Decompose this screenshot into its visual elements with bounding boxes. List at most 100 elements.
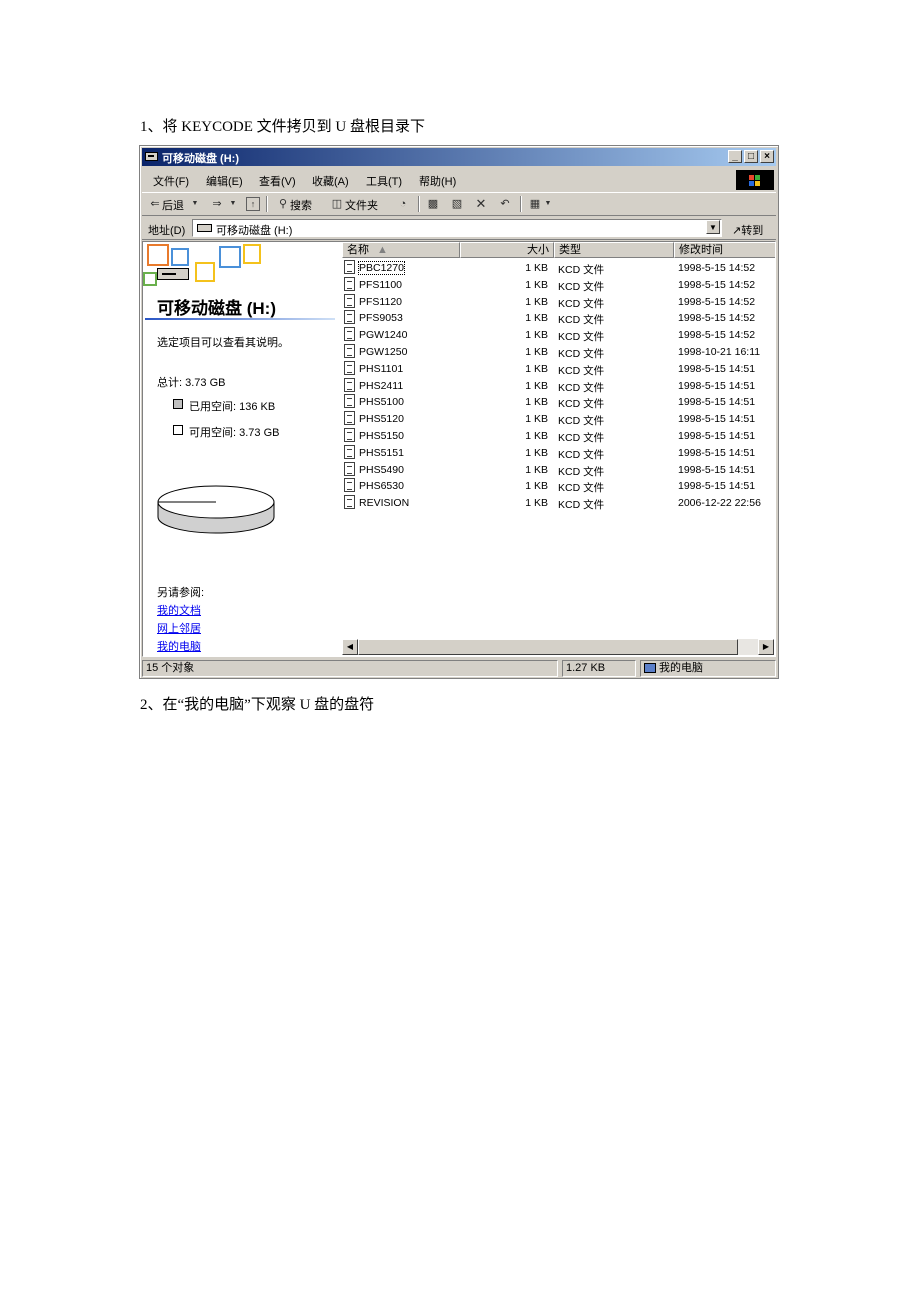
file-row[interactable]: PHS1101 1 KB KCD 文件 1998-5-15 14:51 bbox=[342, 360, 774, 378]
used-legend-swatch bbox=[173, 399, 183, 409]
kcd-file-icon bbox=[344, 461, 355, 476]
file-modified: 1998-5-15 14:52 bbox=[678, 278, 756, 291]
file-modified: 1998-5-15 14:52 bbox=[678, 329, 756, 342]
address-field[interactable]: 可移动磁盘 (H:) bbox=[192, 219, 722, 237]
move-to-icon[interactable]: ▩ bbox=[426, 197, 440, 211]
link-my-computer[interactable]: 我的电脑 bbox=[157, 638, 201, 654]
forward-dropdown-icon[interactable]: ▼ bbox=[226, 197, 240, 211]
see-also-label: 另请参阅: bbox=[157, 587, 205, 599]
address-dropdown-icon[interactable]: ▼ bbox=[706, 220, 720, 234]
up-folder-icon[interactable]: ↑ bbox=[246, 197, 260, 211]
file-type: KCD 文件 bbox=[558, 482, 605, 495]
kcd-file-icon bbox=[344, 495, 355, 510]
file-type: KCD 文件 bbox=[558, 264, 605, 276]
file-size: 1 KB bbox=[525, 346, 548, 358]
file-name: PHS1101 bbox=[359, 362, 404, 375]
file-type: KCD 文件 bbox=[558, 415, 605, 428]
file-modified: 1998-5-15 14:51 bbox=[678, 463, 756, 476]
file-row[interactable]: PHS5151 1 KB KCD 文件 1998-5-15 14:51 bbox=[342, 444, 774, 462]
file-size: 1 KB bbox=[525, 379, 548, 392]
link-my-documents[interactable]: 我的文档 bbox=[157, 602, 201, 618]
scroll-thumb[interactable] bbox=[358, 639, 738, 655]
window-title: 可移动磁盘 (H:) bbox=[162, 153, 239, 165]
column-header-type[interactable]: 类型 bbox=[554, 242, 674, 258]
file-row[interactable]: PHS6530 1 KB KCD 文件 1998-5-15 14:51 bbox=[342, 478, 774, 495]
kcd-file-icon bbox=[344, 276, 355, 291]
file-type: KCD 文件 bbox=[558, 499, 605, 512]
views-icon[interactable]: ▦ bbox=[528, 197, 542, 211]
kcd-file-icon bbox=[344, 344, 355, 358]
folders-icon[interactable]: ◫ bbox=[330, 197, 344, 211]
file-modified: 2006-12-22 22:56 bbox=[678, 497, 761, 510]
column-header-modified[interactable]: 修改时间 bbox=[674, 242, 775, 258]
title-bar[interactable]: 可移动磁盘 (H:) _ □ × bbox=[142, 148, 776, 166]
menu-view[interactable]: 查看(V) bbox=[259, 173, 296, 189]
menu-help[interactable]: 帮助(H) bbox=[419, 173, 456, 189]
explorer-window: 可移动磁盘 (H:) _ □ × 文件(F) 编辑(E) 查看(V) 收藏(A)… bbox=[139, 145, 779, 679]
minimize-button[interactable]: _ bbox=[728, 150, 742, 163]
menu-edit[interactable]: 编辑(E) bbox=[206, 173, 243, 189]
file-type: KCD 文件 bbox=[558, 432, 605, 444]
kcd-file-icon bbox=[344, 478, 355, 493]
file-modified: 1998-10-21 16:11 bbox=[678, 346, 761, 358]
folders-button[interactable]: 文件夹 bbox=[345, 197, 378, 213]
file-type: KCD 文件 bbox=[558, 348, 605, 360]
file-size: 1 KB bbox=[525, 480, 548, 493]
search-icon[interactable]: ⚲ bbox=[276, 197, 290, 211]
menu-favorites[interactable]: 收藏(A) bbox=[312, 173, 349, 189]
file-type: KCD 文件 bbox=[558, 364, 605, 377]
file-size: 1 KB bbox=[525, 295, 548, 308]
copy-to-icon[interactable]: ▧ bbox=[450, 197, 464, 211]
back-arrow-icon[interactable]: ⇐ bbox=[148, 197, 162, 211]
file-size: 1 KB bbox=[525, 362, 548, 375]
file-row[interactable]: PHS5150 1 KB KCD 文件 1998-5-15 14:51 bbox=[342, 428, 774, 445]
column-header-name[interactable]: 名称 ▲ bbox=[342, 242, 460, 258]
file-type: KCD 文件 bbox=[558, 280, 605, 293]
file-modified: 1998-5-15 14:51 bbox=[678, 446, 756, 459]
file-type: KCD 文件 bbox=[558, 381, 605, 394]
file-row[interactable]: REVISION 1 KB KCD 文件 2006-12-22 22:56 bbox=[342, 495, 774, 512]
file-row[interactable]: PFS1120 1 KB KCD 文件 1998-5-15 14:52 bbox=[342, 293, 774, 311]
step-1-text: 1、将 KEYCODE 文件拷贝到 U 盘根目录下 bbox=[140, 119, 425, 135]
views-dropdown-icon[interactable]: ▼ bbox=[541, 197, 555, 211]
file-modified: 1998-5-15 14:51 bbox=[678, 362, 756, 375]
kcd-file-icon bbox=[344, 360, 355, 375]
file-name: PFS9053 bbox=[359, 312, 403, 325]
file-name: PFS1120 bbox=[359, 295, 402, 308]
file-row[interactable]: PHS5100 1 KB KCD 文件 1998-5-15 14:51 bbox=[342, 394, 774, 411]
column-header-size[interactable]: 大小 bbox=[460, 242, 554, 258]
search-button[interactable]: 搜索 bbox=[290, 197, 312, 213]
go-button[interactable]: ↗转到 bbox=[732, 222, 763, 238]
link-network-places[interactable]: 网上邻居 bbox=[157, 620, 201, 636]
file-row[interactable]: PHS5490 1 KB KCD 文件 1998-5-15 14:51 bbox=[342, 461, 774, 479]
menu-tools[interactable]: 工具(T) bbox=[366, 173, 402, 189]
menu-file[interactable]: 文件(F) bbox=[153, 173, 189, 189]
undo-icon[interactable]: ↶ bbox=[498, 197, 512, 211]
file-row[interactable]: PFS9053 1 KB KCD 文件 1998-5-15 14:52 bbox=[342, 310, 774, 327]
file-type: KCD 文件 bbox=[558, 314, 605, 327]
back-dropdown-icon[interactable]: ▼ bbox=[188, 197, 202, 211]
close-button[interactable]: × bbox=[760, 150, 774, 163]
file-row[interactable]: PHS5120 1 KB KCD 文件 1998-5-15 14:51 bbox=[342, 411, 774, 428]
kcd-file-icon bbox=[344, 411, 355, 426]
horizontal-scrollbar[interactable]: ◀ ▶ bbox=[342, 639, 774, 655]
file-name: PHS6530 bbox=[359, 480, 404, 493]
forward-arrow-icon[interactable]: ⇒ bbox=[210, 197, 224, 211]
file-size: 1 KB bbox=[525, 312, 548, 325]
file-size: 1 KB bbox=[525, 262, 548, 274]
file-row[interactable]: PHS2411 1 KB KCD 文件 1998-5-15 14:51 bbox=[342, 377, 774, 395]
maximize-button[interactable]: □ bbox=[744, 150, 758, 163]
file-row[interactable]: PGW1250 1 KB KCD 文件 1998-10-21 16:11 bbox=[342, 344, 774, 361]
file-modified: 1998-5-15 14:52 bbox=[678, 295, 756, 308]
folder-view: 可移动磁盘 (H:) 选定项目可以查看其说明。 总计: 3.73 GB 已用空间… bbox=[142, 241, 776, 657]
history-icon[interactable]: ◔ bbox=[396, 197, 410, 211]
file-row[interactable]: PFS1100 1 KB KCD 文件 1998-5-15 14:52 bbox=[342, 276, 774, 294]
delete-icon[interactable]: ✕ bbox=[474, 197, 488, 211]
file-row[interactable]: PBC1270 1 KB KCD 文件 1998-5-15 14:52 bbox=[342, 260, 774, 277]
back-button[interactable]: 后退 bbox=[162, 197, 184, 213]
selection-hint: 选定项目可以查看其说明。 bbox=[157, 337, 289, 349]
file-modified: 1998-5-15 14:51 bbox=[678, 396, 756, 409]
file-row[interactable]: PGW1240 1 KB KCD 文件 1998-5-15 14:52 bbox=[342, 327, 774, 344]
scroll-right-icon[interactable]: ▶ bbox=[758, 639, 774, 655]
scroll-left-icon[interactable]: ◀ bbox=[342, 639, 358, 655]
